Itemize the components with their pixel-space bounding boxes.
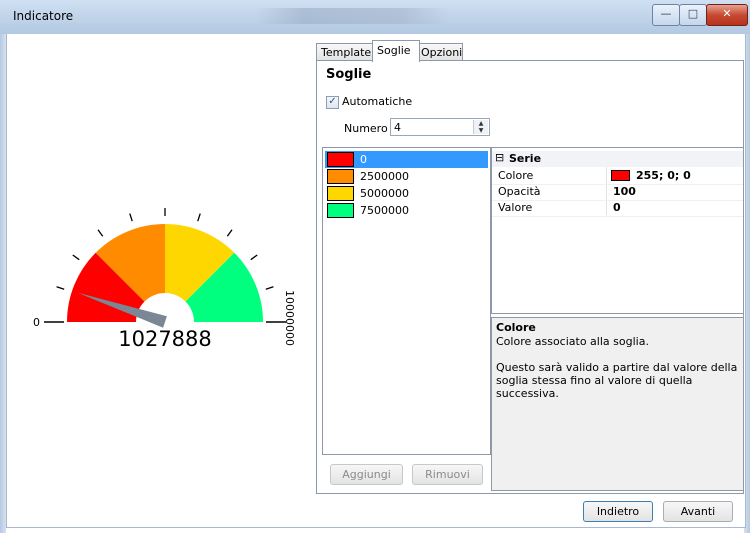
property-name: Colore	[498, 169, 534, 182]
numero-label: Numero	[344, 122, 388, 135]
gauge-chart: 0 10000000 1027888	[33, 208, 296, 351]
property-name: Opacità	[498, 185, 541, 198]
numero-value[interactable]: 4	[394, 121, 401, 134]
gauge-max-label: 10000000	[283, 290, 296, 346]
gauge-tick	[72, 254, 80, 261]
threshold-value: 5000000	[360, 187, 409, 200]
title-bar[interactable]: Indicatore — □ ✕	[0, 0, 750, 35]
property-row[interactable]: Valore 0	[492, 200, 743, 217]
spin-up-icon[interactable]: ▲	[474, 120, 488, 127]
property-grid[interactable]: ⊟ Serie Colore 255; 0; 0 Opacità 100 Val…	[491, 147, 744, 314]
tab-soglie[interactable]: Soglie	[372, 40, 420, 62]
help-description: Colore associato alla soglia. Questo sar…	[496, 335, 738, 400]
category-label: Serie	[509, 152, 542, 165]
list-item[interactable]: 5000000	[325, 185, 488, 202]
threshold-value: 0	[360, 153, 367, 166]
gauge-tick	[97, 229, 104, 237]
list-item[interactable]: 0	[325, 151, 488, 168]
gauge-value-label: 1027888	[118, 327, 212, 351]
color-swatch	[327, 169, 354, 184]
property-value[interactable]: 100	[613, 185, 636, 198]
color-swatch	[327, 152, 354, 167]
property-row[interactable]: Opacità 100	[492, 184, 743, 201]
property-row[interactable]: Colore 255; 0; 0	[492, 168, 743, 185]
gauge-tick	[197, 213, 201, 222]
maximize-button[interactable]: □	[679, 4, 707, 26]
back-button[interactable]: Indietro	[583, 501, 653, 522]
property-name: Valore	[498, 201, 533, 214]
tab-template[interactable]: Template	[316, 43, 374, 61]
blurred-title-area	[255, 8, 450, 24]
close-button[interactable]: ✕	[706, 4, 748, 26]
collapse-icon[interactable]: ⊟	[495, 151, 504, 164]
help-title: Colore	[496, 321, 536, 334]
spin-down-icon[interactable]: ▼	[474, 127, 488, 134]
remove-button[interactable]: Rimuovi	[412, 464, 483, 485]
threshold-value: 7500000	[360, 204, 409, 217]
thresholds-list[interactable]: 0 2500000 5000000 7500000	[322, 147, 491, 455]
window-title: Indicatore	[13, 9, 74, 23]
list-item[interactable]: 7500000	[325, 202, 488, 219]
color-swatch	[611, 170, 630, 181]
color-swatch	[327, 203, 354, 218]
gauge-tick	[250, 254, 258, 261]
gauge-tick	[265, 286, 274, 290]
property-help: Colore Colore associato alla soglia. Que…	[491, 317, 744, 491]
gauge-min-label: 0	[33, 316, 40, 329]
tab-opzioni[interactable]: Opzioni	[416, 43, 463, 61]
automatiche-label[interactable]: Automatiche	[342, 95, 412, 108]
gauge-tick	[129, 213, 133, 222]
threshold-value: 2500000	[360, 170, 409, 183]
add-button[interactable]: Aggiungi	[330, 464, 403, 485]
minimize-button[interactable]: —	[652, 4, 680, 26]
numero-stepper[interactable]: 4 ▲ ▼	[390, 118, 490, 136]
property-value[interactable]: 255; 0; 0	[636, 169, 691, 182]
gauge-tick	[226, 229, 233, 237]
next-button[interactable]: Avanti	[663, 501, 733, 522]
list-item[interactable]: 2500000	[325, 168, 488, 185]
gauge-tick	[56, 286, 65, 290]
color-swatch	[327, 186, 354, 201]
numero-spin[interactable]: ▲ ▼	[473, 120, 488, 134]
section-title: Soglie	[326, 67, 372, 82]
property-value[interactable]: 0	[613, 201, 621, 214]
property-category[interactable]: ⊟ Serie	[492, 151, 743, 167]
automatiche-checkbox[interactable]: ✓	[326, 96, 339, 109]
